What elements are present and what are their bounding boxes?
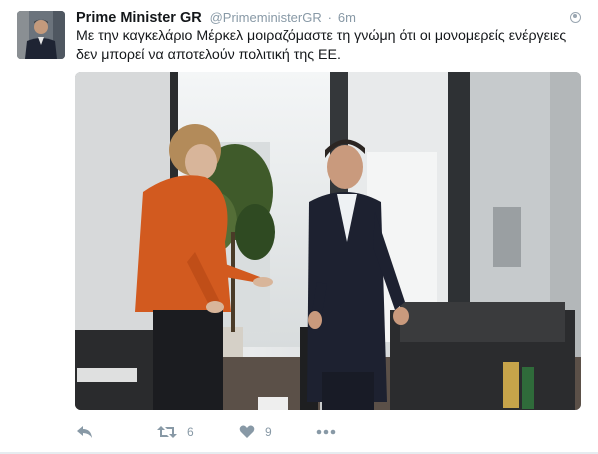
ellipsis-icon <box>316 429 336 435</box>
tweet-card: Prime Minister GR @PrimeministerGR · 6m … <box>0 0 598 454</box>
tweet-text: Με την καγκελάριο Μέρκελ μοιραζόμαστε τη… <box>76 28 567 63</box>
tweet-photo[interactable] <box>75 72 581 410</box>
more-button[interactable] <box>316 420 336 444</box>
tweet-header: Prime Minister GR @PrimeministerGR · 6m <box>76 9 356 27</box>
tweet-timestamp[interactable]: 6m <box>338 10 356 25</box>
retweet-button[interactable]: 6 <box>157 420 194 444</box>
like-button[interactable]: 9 <box>239 420 272 444</box>
separator-dot: · <box>327 10 332 25</box>
photo-image <box>75 72 581 410</box>
reply-button[interactable] <box>76 420 94 444</box>
avatar-image <box>17 11 65 59</box>
user-handle[interactable]: @PrimeministerGR <box>210 10 322 25</box>
display-name[interactable]: Prime Minister GR <box>76 10 202 26</box>
like-count: 9 <box>265 425 272 439</box>
retweet-count: 6 <box>187 425 194 439</box>
retweet-icon <box>157 426 177 438</box>
tweet-actions: 6 9 <box>76 420 576 444</box>
avatar[interactable] <box>17 11 65 59</box>
heart-icon <box>239 425 255 438</box>
reply-icon <box>77 426 92 438</box>
globe-icon[interactable] <box>570 12 581 23</box>
